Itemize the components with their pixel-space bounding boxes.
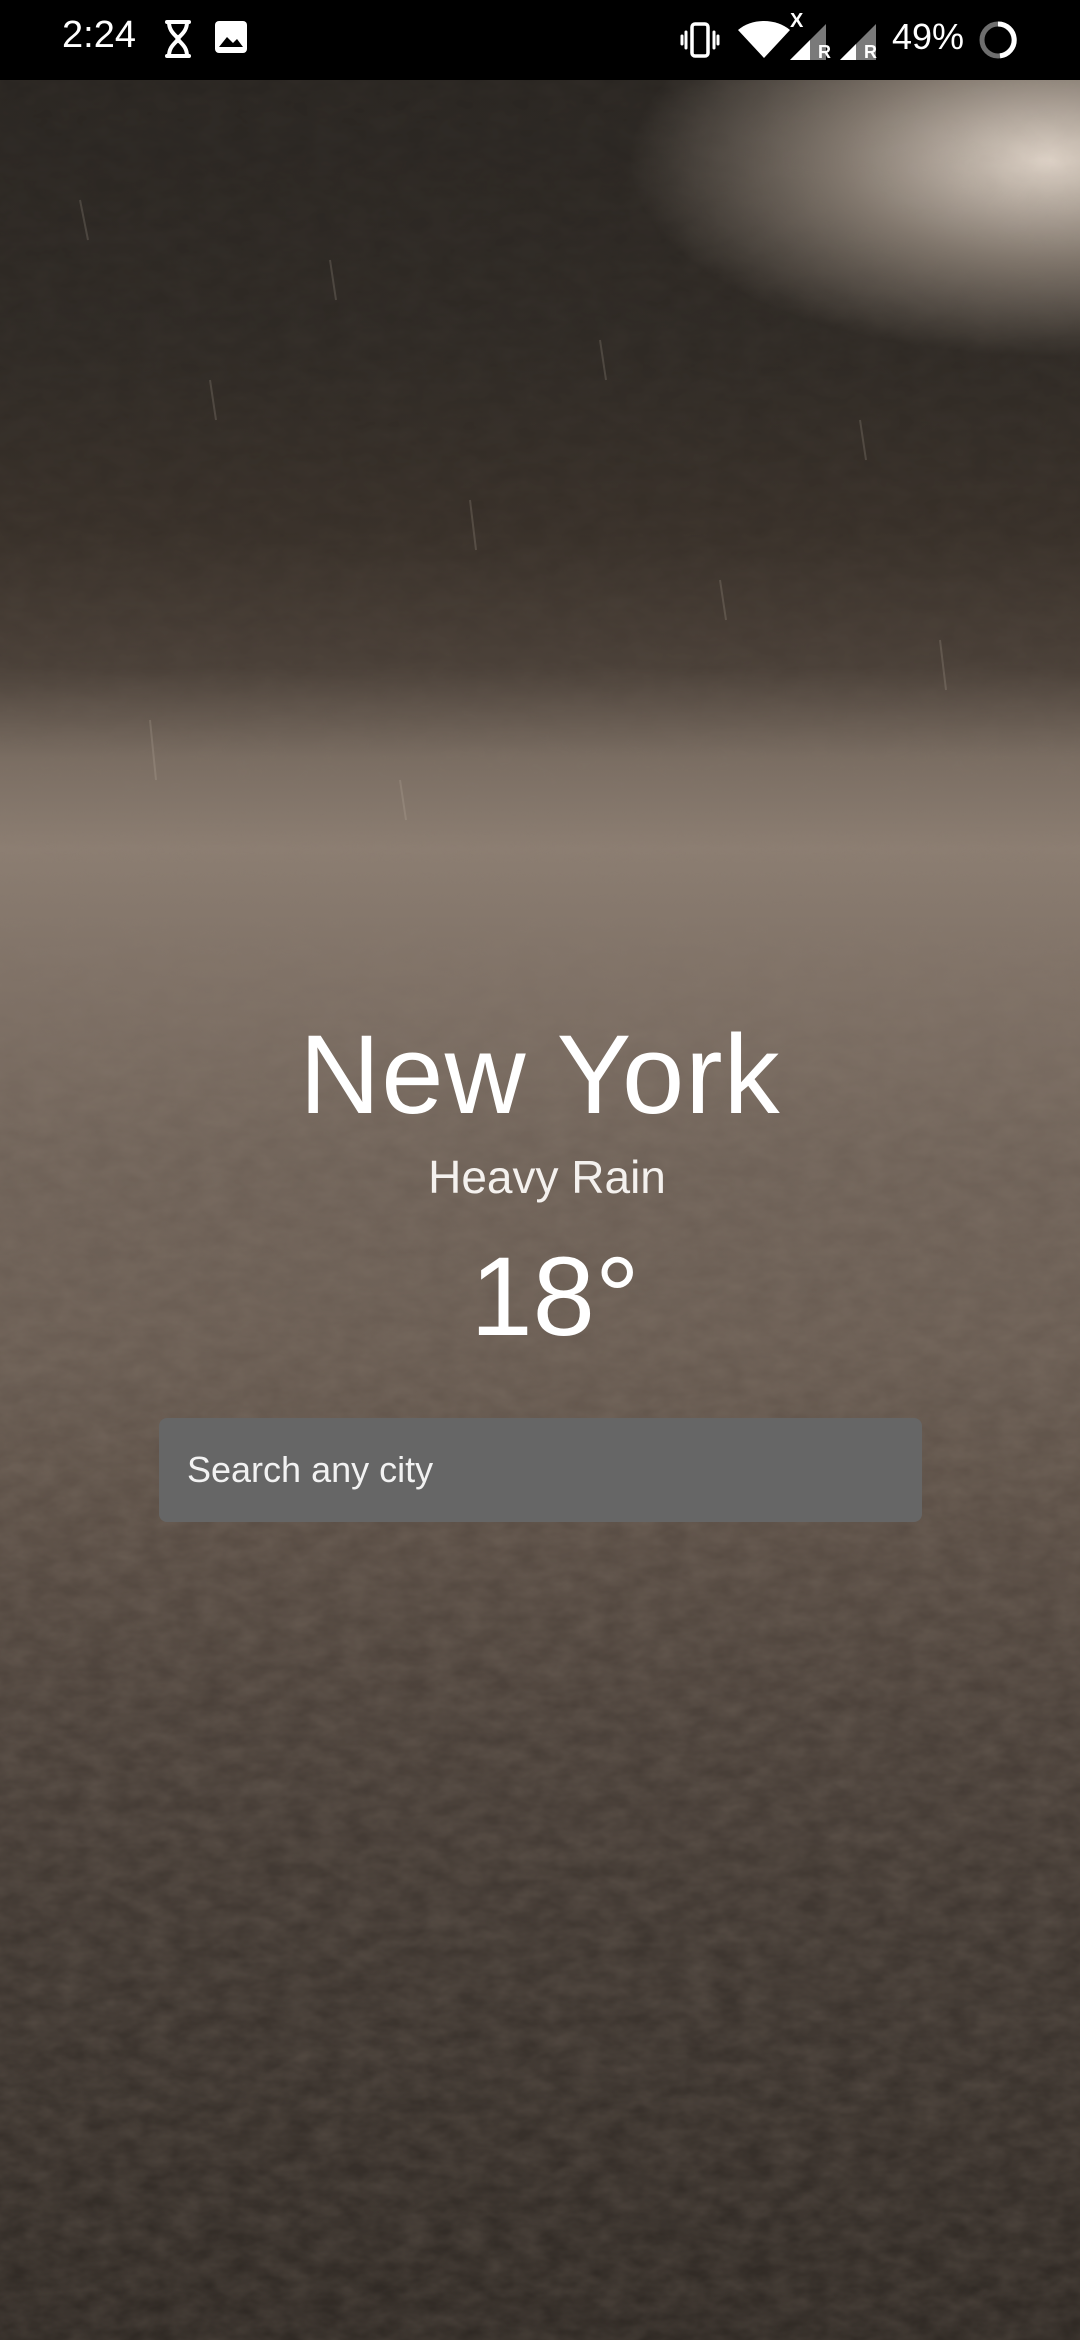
city-name: New York [299, 1012, 781, 1137]
battery-icon [978, 20, 1018, 64]
weather-condition: Heavy Rain [428, 1151, 666, 1203]
wifi-icon [736, 20, 792, 64]
weather-screen: 2:24 X R R 49% New York Heavy Rain 18° S… [0, 0, 1080, 2340]
signal-badge: R [864, 42, 877, 62]
vibrate-icon [680, 20, 720, 64]
status-bar: 2:24 X R R 49% [0, 0, 1080, 80]
rain-texture-overlay [0, 80, 1080, 2340]
signal-badge: R [818, 42, 831, 62]
hourglass-icon [164, 20, 192, 62]
search-input[interactable] [185, 1448, 896, 1492]
battery-percentage: 49% [892, 16, 965, 57]
search-box[interactable] [159, 1418, 922, 1522]
temperature: 18° [470, 1234, 640, 1359]
status-time: 2:24 [62, 14, 136, 56]
image-icon [214, 20, 248, 58]
